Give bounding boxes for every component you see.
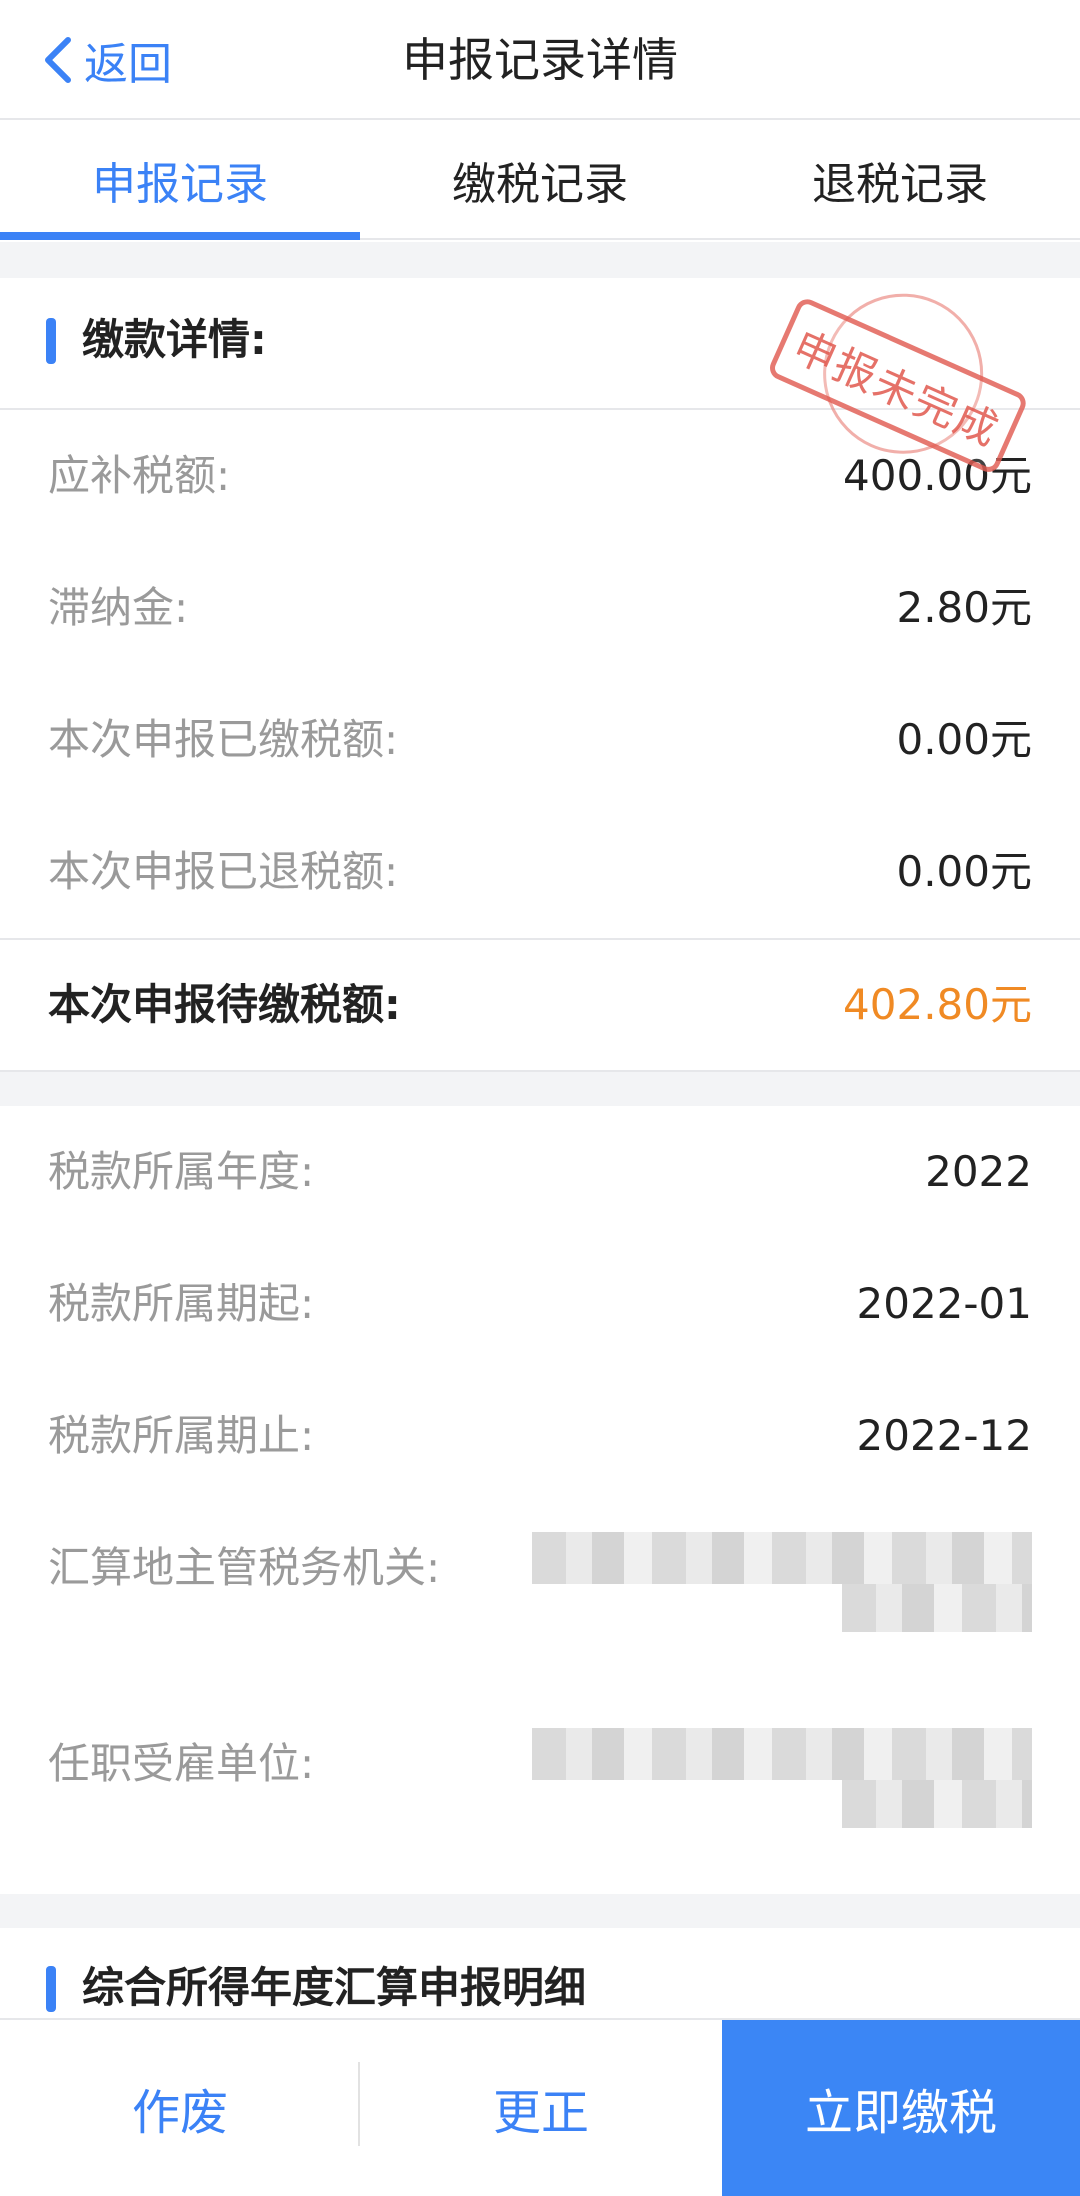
annual-settlement-header: 综合所得年度汇算申报明细 — [0, 1928, 1080, 2018]
pending-tax-row: 本次申报待缴税额: 402.80元 — [0, 938, 1080, 1072]
list-item: 本次申报已缴税额: 0.00元 — [0, 674, 1080, 806]
correct-button[interactable]: 更正 — [360, 2020, 722, 2196]
item-value: 2022-01 — [856, 1279, 1033, 1328]
redacted-value — [842, 1780, 1032, 1828]
tab-bar: 申报记录 缴税记录 退税记录 — [0, 122, 1080, 240]
pay-now-button[interactable]: 立即缴税 — [722, 2020, 1080, 2196]
section-gap — [0, 242, 1080, 278]
pending-tax-value: 402.80元 — [843, 980, 1032, 1029]
section-accent-bar — [46, 318, 56, 364]
item-label: 应补税额: — [48, 451, 231, 500]
list-item: 税款所属期止: 2022-12 — [0, 1370, 1080, 1502]
item-label: 滞纳金: — [48, 583, 189, 632]
payment-details-list: 应补税额: 400.00元 滞纳金: 2.80元 本次申报已缴税额: 0.00元… — [0, 410, 1080, 938]
item-label: 任职受雇单位: — [48, 1739, 315, 1788]
item-label: 税款所属年度: — [48, 1147, 315, 1196]
redacted-value — [532, 1532, 1032, 1584]
bottom-action-bar: 作废 更正 立即缴税 — [0, 2018, 1080, 2196]
item-value: 2022 — [925, 1147, 1032, 1196]
tab-refund-records[interactable]: 退税记录 — [720, 122, 1080, 238]
item-value: 0.00元 — [896, 847, 1032, 896]
list-item: 汇算地主管税务机关: — [0, 1502, 1080, 1698]
item-value: 2.80元 — [896, 583, 1032, 632]
tax-period-list: 税款所属年度: 2022 税款所属期起: 2022-01 税款所属期止: 202… — [0, 1106, 1080, 1894]
item-label: 汇算地主管税务机关: — [48, 1543, 441, 1592]
item-label: 税款所属期起: — [48, 1279, 315, 1328]
page-title: 申报记录详情 — [402, 33, 678, 87]
list-item: 税款所属年度: 2022 — [0, 1106, 1080, 1238]
list-item: 本次申报已退税额: 0.00元 — [0, 806, 1080, 938]
list-item: 税款所属期起: 2022-01 — [0, 1238, 1080, 1370]
section-title: 综合所得年度汇算申报明细 — [82, 1963, 587, 2012]
item-label: 本次申报已退税额: — [48, 847, 399, 896]
list-item: 滞纳金: 2.80元 — [0, 542, 1080, 674]
void-button[interactable]: 作废 — [0, 2020, 360, 2196]
tab-declaration-records[interactable]: 申报记录 — [0, 122, 360, 240]
redacted-value — [532, 1728, 1032, 1780]
page: 返回 申报记录详情 申报记录 缴税记录 退税记录 缴款详情: 应补税额: 400… — [0, 0, 1080, 2196]
list-item: 任职受雇单位: — [0, 1698, 1080, 1894]
top-nav-bar: 返回 申报记录详情 — [0, 0, 1080, 120]
item-value: 0.00元 — [896, 715, 1032, 764]
pending-tax-label: 本次申报待缴税额: — [48, 980, 401, 1029]
section-accent-bar — [46, 1966, 56, 2012]
payment-details-header: 缴款详情: — [0, 278, 1080, 410]
redacted-value — [842, 1584, 1032, 1632]
tab-payment-records[interactable]: 缴税记录 — [360, 122, 720, 238]
section-gap — [0, 1072, 1080, 1106]
item-value: 400.00元 — [843, 451, 1032, 500]
section-gap — [0, 1894, 1080, 1928]
item-label: 税款所属期止: — [48, 1411, 315, 1460]
list-item: 应补税额: 400.00元 — [0, 410, 1080, 542]
item-value: 2022-12 — [856, 1411, 1033, 1460]
item-label: 本次申报已缴税额: — [48, 715, 399, 764]
section-title: 缴款详情: — [82, 315, 267, 364]
